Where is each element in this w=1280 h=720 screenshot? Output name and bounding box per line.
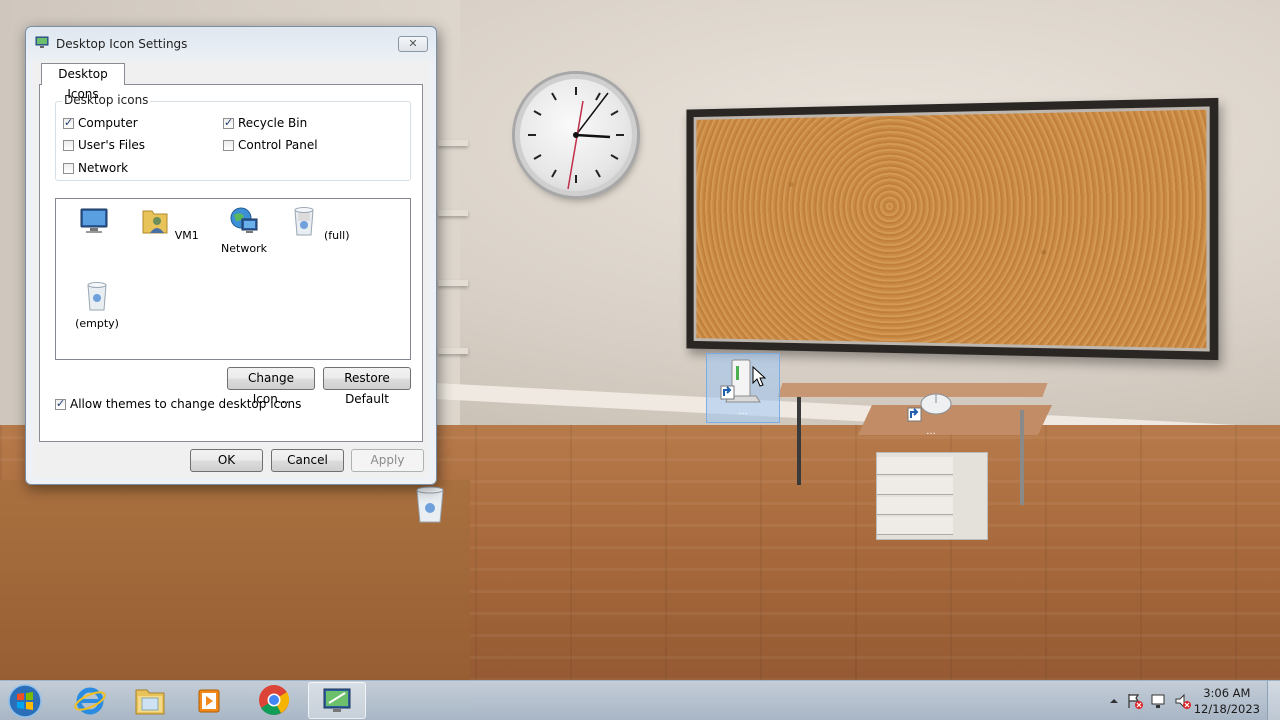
dialog-client-area: Desktop Icons Desktop icons Computer Rec…	[33, 60, 429, 478]
taskbar-clock[interactable]: 3:06 AM 12/18/2023	[1194, 685, 1260, 717]
checkbox-control-panel[interactable]: Control Panel	[223, 138, 318, 152]
restore-default-button[interactable]: Restore Default	[323, 367, 411, 406]
file-explorer-icon	[135, 689, 165, 715]
checkbox-box[interactable]	[63, 116, 74, 129]
mouse-shortcut-icon[interactable]: ...	[906, 386, 956, 437]
taskbar-desktop-icon-settings[interactable]	[308, 682, 366, 719]
desktop-icon-settings-dialog[interactable]: Desktop Icon Settings ✕ Desktop Icons De…	[25, 26, 437, 485]
drawer	[877, 457, 953, 475]
dialog-title: Desktop Icon Settings	[56, 37, 188, 51]
tab-desktop-icons[interactable]: Desktop Icons	[41, 63, 125, 101]
checkbox-users-files[interactable]: User's Files	[63, 138, 145, 152]
start-button[interactable]	[5, 683, 45, 719]
checkbox-recycle-bin[interactable]: Recycle Bin	[223, 116, 307, 130]
checkbox-label: Network	[78, 161, 129, 175]
taskbar-media-player[interactable]	[183, 682, 237, 719]
list-item[interactable]: VM1	[134, 205, 204, 242]
checkbox-box[interactable]	[55, 397, 66, 410]
checkbox-label: Recycle Bin	[238, 116, 308, 130]
list-item-label: (full)	[323, 229, 350, 242]
checkbox-network[interactable]: Network	[63, 161, 128, 175]
list-item[interactable]: Network	[209, 205, 279, 255]
taskbar-chrome[interactable]	[247, 682, 301, 719]
desktop-icon-settings-icon	[323, 688, 351, 712]
clock-date: 12/18/2023	[1193, 702, 1260, 716]
drawer	[877, 517, 953, 535]
chrome-icon	[259, 685, 290, 715]
checkbox-computer[interactable]: Computer	[63, 116, 138, 130]
network-icon[interactable]	[1150, 692, 1168, 710]
list-item-label: Network	[221, 242, 267, 255]
wall-shelf	[438, 210, 468, 216]
desk-leg	[797, 397, 801, 485]
cork-board	[686, 97, 1219, 361]
media-player-icon	[198, 689, 220, 713]
checkbox-allow-themes[interactable]: Allow themes to change desktop icons	[55, 397, 301, 411]
mouse-cursor-icon	[752, 366, 766, 387]
checkbox-label: Computer	[78, 116, 138, 130]
user-folder-icon	[142, 210, 168, 234]
list-item[interactable]: (empty)	[62, 280, 132, 330]
list-item-label: (empty)	[75, 317, 119, 330]
system-tray: 3:06 AM 12/18/2023	[1095, 681, 1280, 720]
desktop-settings-icon	[35, 36, 49, 48]
wall-shelf	[438, 348, 468, 354]
show-desktop-button[interactable]	[1267, 681, 1280, 720]
desktop-icons-group: Desktop icons Computer Recycle Bin User'…	[55, 93, 411, 181]
checkbox-box[interactable]	[63, 139, 74, 151]
cork-board-surface	[693, 106, 1210, 352]
internet-explorer-icon	[74, 687, 106, 715]
windows-logo-icon	[8, 684, 42, 718]
computer-icon	[80, 208, 108, 233]
apply-button[interactable]: Apply	[351, 449, 424, 472]
taskbar-file-explorer[interactable]	[123, 682, 177, 719]
clock-time: 3:06 AM	[1203, 686, 1251, 700]
recycle-bin-full-icon	[294, 207, 315, 236]
tab-page: Desktop icons Computer Recycle Bin User'…	[39, 84, 423, 442]
checkbox-label: User's Files	[78, 138, 146, 152]
recycle-bin-icon[interactable]	[413, 484, 447, 524]
checkbox-label: Control Panel	[238, 138, 318, 152]
taskbar-internet-explorer[interactable]	[63, 682, 117, 719]
change-icon-button[interactable]: Change Icon...	[227, 367, 315, 406]
list-item-label: VM1	[174, 229, 199, 242]
drive-shortcut-label: ...	[738, 406, 748, 417]
action-center-flag-icon[interactable]	[1126, 692, 1144, 710]
wall-clock	[515, 74, 637, 196]
desk-leg	[1020, 410, 1024, 505]
ok-button[interactable]: OK	[190, 449, 263, 472]
drawer	[877, 497, 953, 515]
list-item[interactable]: (full)	[284, 205, 354, 242]
recycle-bin-empty-icon	[87, 282, 107, 311]
drawer-unit	[876, 452, 988, 540]
wall-shelf	[438, 280, 468, 286]
cancel-button[interactable]: Cancel	[271, 449, 344, 472]
wall-shelf	[438, 140, 468, 146]
list-item[interactable]	[59, 205, 129, 242]
drive-shortcut-icon[interactable]: ...	[706, 353, 780, 423]
network-icon	[230, 207, 258, 233]
titlebar[interactable]: Desktop Icon Settings ✕	[26, 27, 436, 59]
checkbox-box[interactable]	[63, 162, 74, 174]
mouse-shortcut-label: ...	[926, 426, 936, 437]
checkbox-label: Allow themes to change desktop icons	[70, 397, 302, 411]
drawer	[877, 477, 953, 495]
icon-list[interactable]: VM1 Network (full) (empty)	[55, 198, 411, 360]
checkbox-box[interactable]	[223, 116, 234, 129]
checkbox-box[interactable]	[223, 139, 234, 151]
volume-muted-icon[interactable]	[1174, 692, 1192, 710]
close-button[interactable]: ✕	[398, 36, 428, 52]
taskbar[interactable]: 3:06 AM 12/18/2023	[0, 680, 1280, 720]
show-hidden-icons-arrow[interactable]	[1109, 696, 1119, 706]
